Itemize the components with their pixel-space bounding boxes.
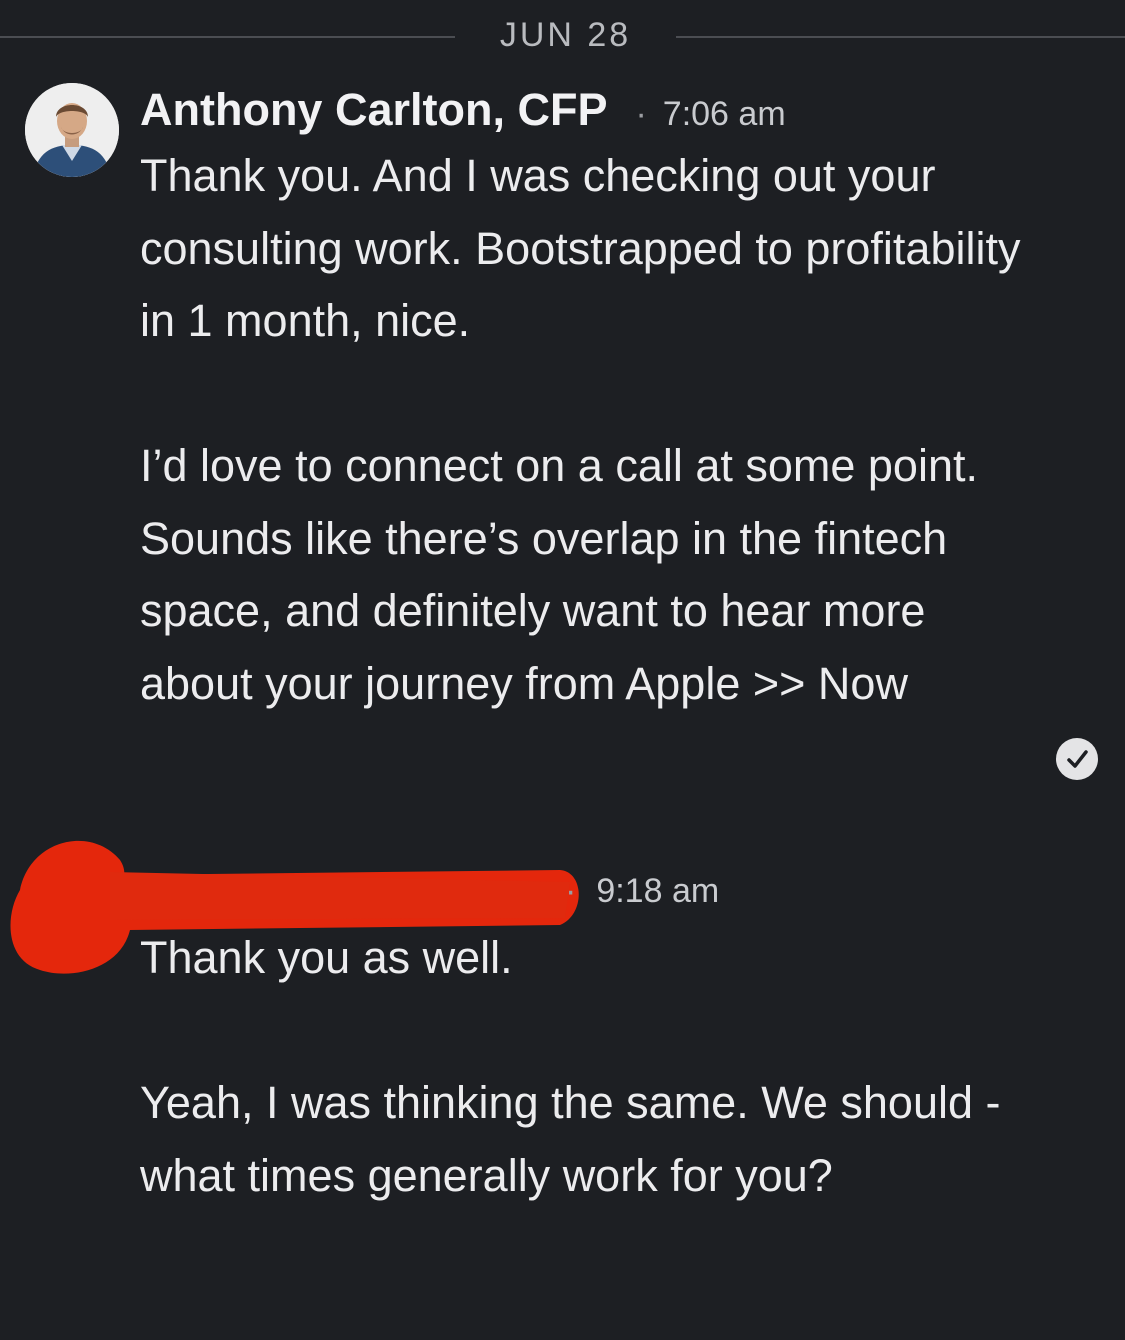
message-timestamp: 7:06 am: [662, 95, 786, 133]
divider-line-right: [676, 36, 1125, 38]
date-divider: JUN 28: [0, 14, 1125, 58]
message-timestamp: 9:18 am: [596, 872, 720, 910]
message-header-2: · 9:18 am: [565, 872, 719, 911]
checkmark-circle-icon: [1067, 750, 1088, 768]
message-paragraph: Thank you. And I was checking out your c…: [140, 150, 1021, 346]
message-paragraph: Thank you as well.: [140, 932, 513, 983]
message-header-1: Anthony Carlton, CFP · 7:06 am: [140, 84, 786, 136]
divider-line-left: [0, 36, 455, 38]
separator-dot: ·: [635, 95, 647, 133]
avatar[interactable]: [25, 83, 119, 177]
message-body-1: Thank you. And I was checking out your c…: [140, 140, 1040, 720]
separator-dot: ·: [565, 872, 577, 910]
message-paragraph: Yeah, I was thinking the same. We should…: [140, 1077, 1001, 1201]
read-receipt: [1056, 738, 1098, 780]
message-paragraph: I’d love to connect on a call at some po…: [140, 440, 978, 709]
profile-photo-icon: [25, 83, 119, 177]
sender-name[interactable]: Anthony Carlton, CFP: [140, 84, 607, 136]
message-body-2: Thank you as well. Yeah, I was thinking …: [140, 922, 1040, 1212]
date-divider-label: JUN 28: [499, 16, 632, 54]
